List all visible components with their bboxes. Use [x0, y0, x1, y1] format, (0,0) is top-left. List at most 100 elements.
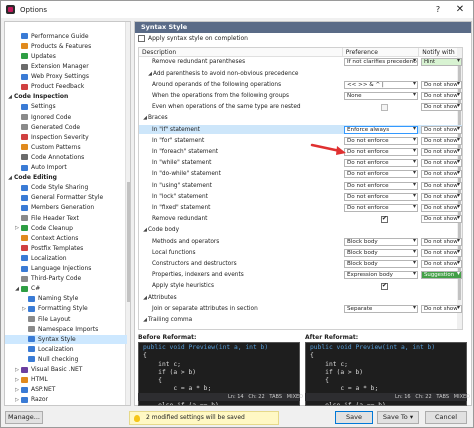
help-button[interactable]: ?	[431, 3, 445, 16]
nav-item[interactable]: Products & Features	[5, 42, 127, 51]
setting-row[interactable]: Properties, indexers and events Expressio…	[139, 271, 462, 280]
notify-dropdown[interactable]: Do not show	[421, 125, 462, 134]
setting-row[interactable]: In "do-while" statement Do not enforceDo …	[139, 170, 462, 179]
preference-dropdown[interactable]: None	[344, 92, 418, 101]
preference-dropdown[interactable]: Enforce always	[344, 125, 418, 134]
nav-item[interactable]: Web Proxy Settings	[5, 72, 127, 81]
manage-button[interactable]: Manage...	[5, 411, 43, 424]
preference-dropdown[interactable]: << >> & ^ |	[344, 80, 418, 89]
setting-row[interactable]: ◢ Trailing comma	[139, 316, 462, 325]
nav-item[interactable]: Namespace Imports	[5, 325, 127, 334]
setting-row[interactable]: ◢ Braces	[139, 114, 462, 123]
preference-dropdown[interactable]: Do not enforce	[344, 136, 418, 145]
preference-dropdown[interactable]: Do not enforce	[344, 148, 418, 157]
nav-item[interactable]: ◢ C#	[5, 285, 127, 294]
nav-item[interactable]: Extension Manager	[5, 62, 127, 71]
nav-item[interactable]: Postfix Templates	[5, 244, 127, 253]
nav-item[interactable]: Naming Style	[5, 295, 127, 304]
expand-caret-icon[interactable]: ▷	[14, 225, 20, 231]
preference-dropdown[interactable]: Do not enforce	[344, 170, 418, 179]
nav-item[interactable]: Localization	[5, 345, 127, 354]
notify-dropdown[interactable]: Do not show	[421, 248, 462, 257]
nav-item[interactable]: ▷ Visual Basic .NET	[5, 365, 127, 374]
setting-row[interactable]: ◢ Code body	[139, 226, 462, 235]
nav-item[interactable]: ▷ Razor	[5, 396, 127, 405]
notify-dropdown[interactable]: Do not show	[421, 181, 462, 190]
notify-dropdown[interactable]: Do not show	[421, 136, 462, 145]
nav-item[interactable]: Product Feedback	[5, 83, 127, 92]
setting-row[interactable]: In "foreach" statement Do not enforceDo n…	[139, 148, 462, 157]
notify-dropdown[interactable]: Do not show	[421, 80, 462, 89]
setting-row[interactable]: Even when operations of the same type ar…	[139, 103, 462, 112]
preference-dropdown[interactable]: Block body	[344, 248, 418, 257]
setting-row[interactable]: Constructors and destructors Block bodyDo…	[139, 260, 462, 269]
nav-item[interactable]: Localization	[5, 254, 127, 263]
preference-checkbox[interactable]	[381, 215, 388, 223]
preference-dropdown[interactable]: Do not enforce	[344, 204, 418, 213]
nav-item[interactable]: Custom Patterns	[5, 143, 127, 152]
notify-dropdown[interactable]: Do not show	[421, 148, 462, 157]
nav-item[interactable]: ◢ Code Inspection	[5, 93, 127, 102]
notify-dropdown[interactable]: Do not show	[421, 237, 462, 246]
notify-dropdown[interactable]: Do not show	[421, 192, 462, 201]
collapse-caret-icon[interactable]: ◢	[7, 175, 13, 181]
setting-row[interactable]: Remove redundant parentheses If not clari…	[139, 58, 462, 67]
setting-row[interactable]: ◢ Attributes	[139, 293, 462, 302]
nav-item[interactable]: ▷ ASP.NET	[5, 386, 127, 395]
preference-dropdown[interactable]: Separate	[344, 304, 418, 313]
nav-item[interactable]: Syntax Style	[5, 335, 127, 344]
preference-dropdown[interactable]: If not clarifies precedence	[344, 58, 418, 67]
setting-row[interactable]: Apply style heuristics	[139, 282, 462, 291]
preference-dropdown[interactable]: Expression body	[344, 271, 418, 280]
setting-row[interactable]: Around operands of the following operati…	[139, 80, 462, 89]
setting-row[interactable]: Methods and operators Block bodyDo not sh…	[139, 237, 462, 246]
nav-item[interactable]: Performance Guide	[5, 32, 127, 41]
notify-dropdown[interactable]: Do not show	[421, 215, 462, 224]
setting-row[interactable]: Remove redundant Do not show	[139, 215, 462, 224]
apply-on-completion-row[interactable]: Apply syntax style on completion	[135, 33, 471, 44]
notify-dropdown[interactable]: Do not show	[421, 304, 462, 313]
notify-dropdown[interactable]: Hint	[421, 58, 462, 67]
nav-item[interactable]: General Formatter Style	[5, 194, 127, 203]
expand-caret-icon[interactable]: ▷	[14, 387, 20, 393]
setting-row[interactable]: In "while" statement Do not enforceDo not…	[139, 159, 462, 168]
setting-row[interactable]: In "fixed" statement Do not enforceDo not…	[139, 204, 462, 213]
nav-item[interactable]: Inspection Severity	[5, 133, 127, 142]
nav-item[interactable]: ▷ Formatting Style	[5, 305, 127, 314]
nav-item[interactable]: Language Injections	[5, 264, 127, 273]
cancel-button[interactable]: Cancel	[425, 411, 467, 424]
collapse-caret-icon[interactable]: ◢	[7, 94, 13, 100]
notify-dropdown[interactable]: Do not show	[421, 204, 462, 213]
notify-dropdown[interactable]: Do not show	[421, 103, 462, 112]
expand-caret-icon[interactable]: ▷	[14, 397, 20, 403]
preference-dropdown[interactable]: Block body	[344, 260, 418, 269]
preference-dropdown[interactable]: Block body	[344, 237, 418, 246]
expand-caret-icon[interactable]: ▷	[21, 306, 27, 312]
column-notify[interactable]: Notify with	[419, 48, 462, 56]
notify-dropdown[interactable]: Do not show	[421, 170, 462, 179]
nav-item[interactable]: Context Actions	[5, 234, 127, 243]
nav-item[interactable]: Null checking	[5, 355, 127, 364]
close-button[interactable]: ✕	[453, 3, 467, 16]
setting-row[interactable]: ◢ Add parenthesis to avoid non-obvious pr…	[139, 69, 462, 78]
nav-item[interactable]: ▷ Code Cleanup	[5, 224, 127, 233]
setting-row[interactable]: In "if" statement Enforce alwaysDo not sh…	[139, 125, 462, 135]
nav-item[interactable]: ◢ Code Editing	[5, 173, 127, 182]
collapse-caret-icon[interactable]: ◢	[14, 286, 20, 292]
nav-item[interactable]: File Layout	[5, 315, 127, 324]
setting-row[interactable]: When the operations from the following g…	[139, 92, 462, 101]
setting-row[interactable]: In "using" statement Do not enforceDo not…	[139, 181, 462, 190]
preference-dropdown[interactable]: Do not enforce	[344, 159, 418, 168]
column-preference[interactable]: Preference	[343, 48, 420, 56]
nav-item[interactable]: Settings	[5, 103, 127, 112]
preference-dropdown[interactable]: Do not enforce	[344, 181, 418, 190]
nav-item[interactable]: Updates	[5, 52, 127, 61]
setting-row[interactable]: Local functions Block bodyDo not show	[139, 248, 462, 257]
nav-scroll-thumb[interactable]	[127, 182, 130, 302]
preference-checkbox[interactable]	[381, 282, 388, 290]
setting-row[interactable]: Join or separate attributes in section Se…	[139, 304, 462, 313]
notify-dropdown[interactable]: Suggestion	[421, 271, 462, 280]
nav-item[interactable]: Generated Code	[5, 123, 127, 132]
nav-item[interactable]: File Header Text	[5, 214, 127, 223]
nav-item[interactable]: Members Generation	[5, 204, 127, 213]
